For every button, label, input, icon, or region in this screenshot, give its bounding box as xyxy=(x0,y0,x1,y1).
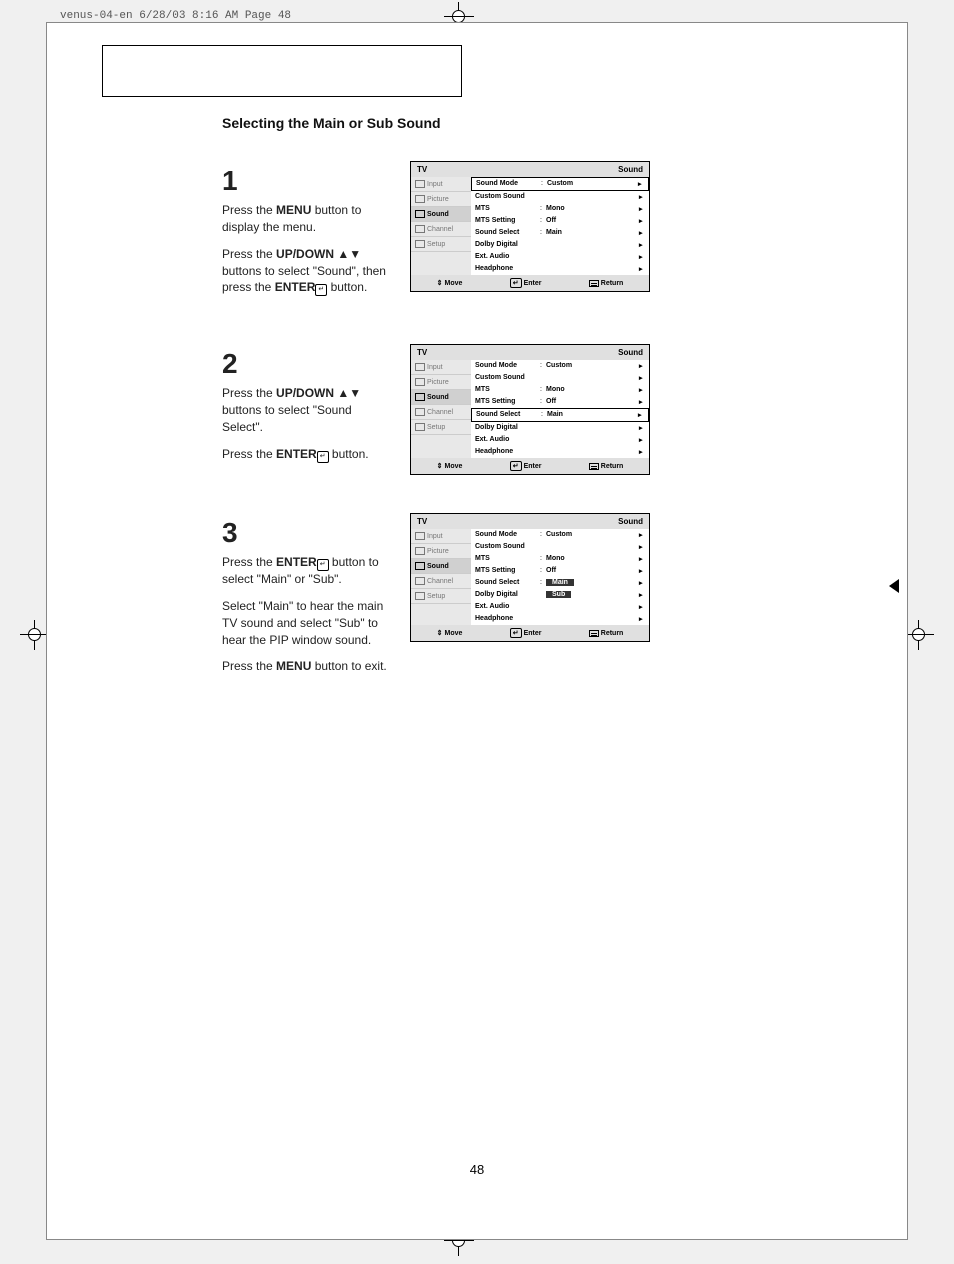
osd-footer: ⇕ Move ↵ Enter Return xyxy=(411,275,649,291)
osd-nav-item: Sound xyxy=(411,559,471,574)
nav-icon xyxy=(415,195,425,203)
osd-row: MTS Setting:Off▸ xyxy=(471,215,649,227)
osd-row: Headphone▸ xyxy=(471,446,649,458)
nav-icon xyxy=(415,547,425,555)
osd-row: Sound Mode:Custom▸ xyxy=(471,360,649,372)
print-header: venus-04-en 6/28/03 8:16 AM Page 48 xyxy=(60,10,291,22)
osd-title-right: Sound xyxy=(618,165,643,174)
osd-row: Sound Select:Main▸ xyxy=(471,408,649,422)
osd-list: Sound Mode:Custom▸Custom Sound▸MTS:Mono▸… xyxy=(471,177,649,275)
osd-row: Sound Mode:Custom▸ xyxy=(471,529,649,541)
osd-nav-item: Input xyxy=(411,177,471,192)
step-1: 1 Press the MENU button to display the m… xyxy=(222,161,742,306)
option-sub: Sub xyxy=(546,591,571,598)
side-arrow-icon xyxy=(889,579,899,593)
osd-row: MTS:Mono▸ xyxy=(471,384,649,396)
step-text: Press the UP/DOWN ▲▼ buttons to select "… xyxy=(222,385,392,435)
nav-icon xyxy=(415,532,425,540)
step-2: 2 Press the UP/DOWN ▲▼ buttons to select… xyxy=(222,344,742,475)
osd-row: Dolby Digital▸ xyxy=(471,422,649,434)
nav-icon xyxy=(415,225,425,233)
osd-row: Custom Sound▸ xyxy=(471,541,649,553)
osd-row: Sound Select:Main▸ xyxy=(471,577,649,589)
osd-row: Sound Mode:Custom▸ xyxy=(471,177,649,191)
step-text: Press the ENTER↵ button. xyxy=(222,446,392,463)
nav-icon xyxy=(415,592,425,600)
osd-nav-item: Input xyxy=(411,529,471,544)
osd-list: Sound Mode:Custom▸Custom Sound▸MTS:Mono▸… xyxy=(471,529,649,625)
osd-row: Custom Sound▸ xyxy=(471,372,649,384)
nav-icon xyxy=(415,423,425,431)
osd-row: MTS Setting:Off▸ xyxy=(471,396,649,408)
step-text: Press the ENTER↵ button to select "Main"… xyxy=(222,554,392,588)
osd-nav-item: Channel xyxy=(411,222,471,237)
osd-row: Dolby Digital▸ xyxy=(471,239,649,251)
osd-title-left: TV xyxy=(417,165,427,174)
osd-title-left: TV xyxy=(417,517,427,526)
section-title: Selecting the Main or Sub Sound xyxy=(222,115,852,131)
osd-title-right: Sound xyxy=(618,348,643,357)
step-number: 1 xyxy=(222,161,392,200)
osd-row: Ext. Audio▸ xyxy=(471,434,649,446)
osd-nav: Input Picture Sound Channel Setup xyxy=(411,360,471,458)
osd-nav-item: Picture xyxy=(411,544,471,559)
osd-nav: Input Picture Sound Channel Setup xyxy=(411,177,471,275)
osd-nav-item: Sound xyxy=(411,207,471,222)
steps-container: 1 Press the MENU button to display the m… xyxy=(222,161,742,685)
step-text: Press the UP/DOWN ▲▼ buttons to select "… xyxy=(222,246,392,296)
osd-nav-item: Picture xyxy=(411,375,471,390)
empty-header-box xyxy=(102,45,462,97)
step-text: Press the MENU button to exit. xyxy=(222,658,392,675)
page-frame: Selecting the Main or Sub Sound 1 Press … xyxy=(46,22,908,1240)
osd-nav-item: Setup xyxy=(411,589,471,604)
osd-row: MTS:Mono▸ xyxy=(471,553,649,565)
nav-icon xyxy=(415,393,425,401)
osd-footer: ⇕ Move ↵ Enter Return xyxy=(411,625,649,641)
osd-list: Sound Mode:Custom▸Custom Sound▸MTS:Mono▸… xyxy=(471,360,649,458)
step-text: Select "Main" to hear the main TV sound … xyxy=(222,598,392,648)
osd-row: Ext. Audio▸ xyxy=(471,601,649,613)
step-3: 3 Press the ENTER↵ button to select "Mai… xyxy=(222,513,742,685)
osd-screenshot-1: TV Sound Input Picture Sound Channel Set… xyxy=(410,161,650,292)
step-number: 3 xyxy=(222,513,392,552)
nav-icon xyxy=(415,378,425,386)
osd-title-right: Sound xyxy=(618,517,643,526)
osd-nav-item: Channel xyxy=(411,574,471,589)
nav-icon xyxy=(415,240,425,248)
nav-icon xyxy=(415,577,425,585)
option-main: Main xyxy=(546,579,574,586)
page-number: 48 xyxy=(102,1162,852,1177)
osd-footer: ⇕ Move ↵ Enter Return xyxy=(411,458,649,474)
osd-row: MTS:Mono▸ xyxy=(471,203,649,215)
step-text: Press the MENU button to display the men… xyxy=(222,202,392,236)
osd-title-left: TV xyxy=(417,348,427,357)
osd-row: Ext. Audio▸ xyxy=(471,251,649,263)
osd-screenshot-3: TV Sound Input Picture Sound Channel Set… xyxy=(410,513,650,642)
osd-nav-item: Setup xyxy=(411,420,471,435)
osd-row: Custom Sound▸ xyxy=(471,191,649,203)
osd-nav-item: Input xyxy=(411,360,471,375)
osd-row: Headphone▸ xyxy=(471,613,649,625)
osd-row: Dolby DigitalSub▸ xyxy=(471,589,649,601)
nav-icon xyxy=(415,180,425,188)
osd-nav-item: Setup xyxy=(411,237,471,252)
osd-row: Headphone▸ xyxy=(471,263,649,275)
nav-icon xyxy=(415,408,425,416)
osd-row: MTS Setting:Off▸ xyxy=(471,565,649,577)
osd-nav-item: Sound xyxy=(411,390,471,405)
osd-nav: Input Picture Sound Channel Setup xyxy=(411,529,471,625)
osd-nav-item: Channel xyxy=(411,405,471,420)
step-number: 2 xyxy=(222,344,392,383)
osd-row: Sound Select:Main▸ xyxy=(471,227,649,239)
nav-icon xyxy=(415,363,425,371)
osd-nav-item: Picture xyxy=(411,192,471,207)
registration-mark-right xyxy=(904,620,934,650)
nav-icon xyxy=(415,210,425,218)
osd-screenshot-2: TV Sound Input Picture Sound Channel Set… xyxy=(410,344,650,475)
nav-icon xyxy=(415,562,425,570)
